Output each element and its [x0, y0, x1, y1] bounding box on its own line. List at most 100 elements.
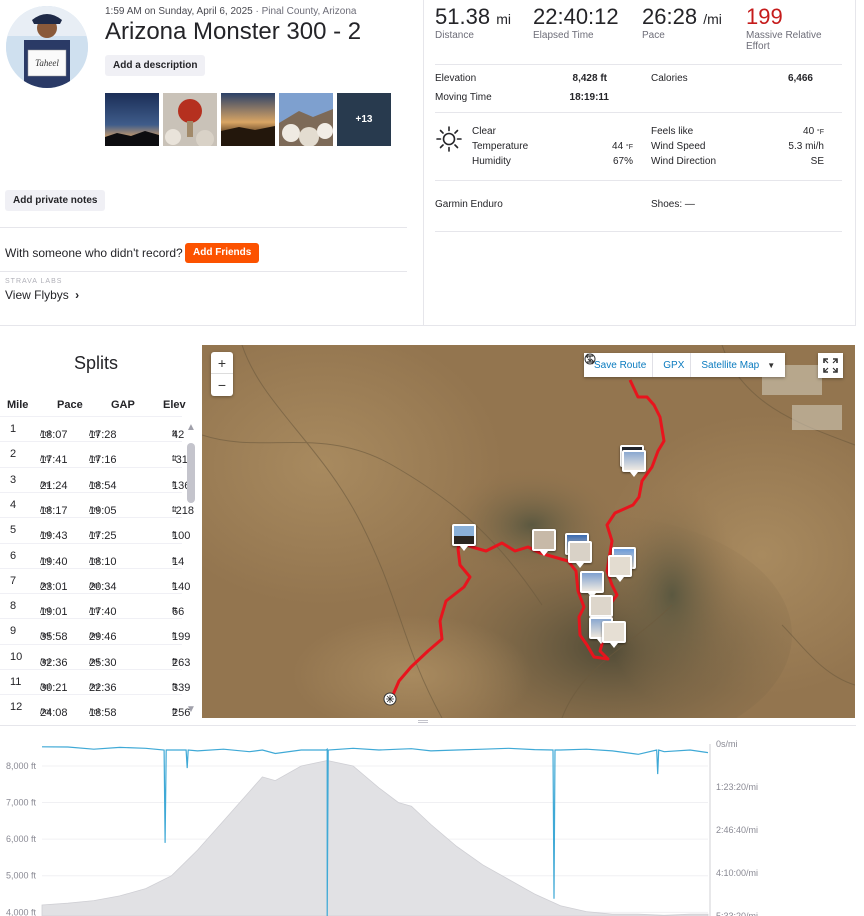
split-mile: 1 [10, 423, 17, 435]
splits-header-pace: Pace [57, 399, 83, 411]
more-photos-thumbnail[interactable]: +13 [337, 93, 391, 146]
relative-effort-label-line1: Massive Relative [746, 30, 822, 41]
view-flybys-label: View Flybys [5, 288, 69, 302]
photo-marker[interactable] [452, 524, 476, 551]
split-row[interactable]: 7 23:01 /mi 20:34 /mi 140 ft [0, 567, 190, 593]
pace-label: Pace [642, 30, 665, 41]
map-type-label: Satellite Map [701, 359, 760, 371]
pace-value: 26:28 [642, 4, 698, 29]
split-row[interactable]: 4 18:17 /mi 19:05 /mi -218 ft [0, 491, 194, 517]
photo-marker[interactable] [622, 450, 646, 477]
activity-meta: 1:59 AM on Sunday, April 6, 2025 · Pinal… [105, 6, 356, 17]
photo-marker[interactable] [568, 541, 592, 568]
y-left-tick-label: 7,000 ft [6, 798, 37, 808]
split-row[interactable]: 2 17:41 /mi 17:16 /mi -31 ft [0, 441, 188, 466]
divider [435, 64, 842, 65]
splits-header-elev: Elev [163, 399, 186, 411]
split-mile: 4 [10, 498, 17, 511]
zoom-out-button[interactable]: − [211, 374, 233, 396]
split-row[interactable]: 1 18:07 /mi 17:28 /mi 42 ft [0, 416, 184, 441]
moving-time-value: 18:19:11 [569, 92, 609, 103]
feels-like-unit: °F [816, 129, 824, 136]
split-gap-unit: /mi [89, 707, 100, 717]
split-mile: 12 [10, 701, 23, 714]
photo-marker[interactable] [602, 621, 626, 648]
split-row[interactable]: 5 19:43 /mi 17:25 /mi 100 ft [0, 517, 190, 542]
split-elev-unit: ft [172, 631, 177, 641]
split-elev-unit: ft [172, 429, 177, 438]
split-mile: 6 [10, 549, 17, 562]
feels-like-value: 40 °F [803, 126, 824, 137]
route-map[interactable]: + − Save Route GPX Satellite Map ▼ [202, 345, 855, 718]
more-photos-count: +13 [355, 114, 373, 125]
relative-effort-label-line2: Effort [746, 41, 770, 52]
divider [435, 112, 842, 113]
photo-marker[interactable] [532, 529, 556, 556]
zoom-in-button[interactable]: + [211, 352, 233, 374]
activity-title[interactable]: Arizona Monster 300 - 2 [105, 18, 361, 46]
scrollbar-thumb[interactable] [187, 443, 195, 503]
split-pace-unit: /mi [40, 530, 51, 540]
y-right-tick-label: 2:46:40/mi [716, 825, 758, 835]
split-pace-unit: /mi [40, 682, 51, 691]
add-private-notes-button[interactable]: Add private notes [5, 190, 106, 211]
photo-thumbnail[interactable] [163, 93, 217, 146]
scroll-up-icon[interactable]: ▲ [185, 423, 197, 433]
save-route-label: Save Route [594, 359, 647, 371]
avatar[interactable]: Taheel [6, 6, 88, 88]
splits-scrollbar[interactable]: ▲ ▼ [185, 423, 197, 715]
add-description-button[interactable]: Add a description [105, 55, 206, 76]
split-gap-unit: /mi [89, 555, 100, 565]
photo-thumbnail[interactable] [279, 93, 333, 146]
relative-effort-value: 199 [746, 4, 783, 29]
photo-marker[interactable] [608, 555, 632, 582]
add-friends-button[interactable]: Add Friends [185, 243, 260, 263]
divider [435, 231, 842, 232]
photo-thumbnail[interactable] [221, 93, 275, 146]
distance-label: Distance [435, 30, 474, 41]
calories-value: 6,466 [787, 73, 813, 84]
temperature-unit: °F [625, 144, 633, 151]
wind-direction-value: SE [810, 156, 824, 167]
temperature-label: Temperature [472, 141, 529, 152]
split-row[interactable]: 12 24:08 /mi 18:58 /mi 256 ft [0, 694, 190, 719]
split-gap-unit: /mi [89, 656, 100, 666]
distance-value: 51.38 [435, 4, 491, 29]
photo-marker[interactable] [589, 595, 613, 622]
split-gap-unit: /mi [89, 606, 100, 616]
split-pace-unit: /mi [40, 580, 51, 590]
split-mile: 11 [10, 676, 22, 688]
split-gap-unit: /mi [89, 429, 100, 438]
split-row[interactable]: 10 32:36 /mi 25:30 /mi 263 ft [0, 643, 190, 669]
elevation-value: 8,428 ft [572, 73, 607, 84]
elevation-pace-chart[interactable]: 8,000 ft 7,000 ft 6,000 ft 5,000 ft 4,000 ft… [0, 718, 864, 916]
split-elev-unit: ft [172, 707, 177, 717]
y-left-tick-label: 5,000 ft [6, 871, 37, 881]
shoes-info: Shoes: — [651, 199, 695, 210]
splits-panel: Splits Mile Pace GAP Elev 1 18:07 /mi 17:2… [0, 343, 202, 719]
stat-distance: 51.38 mi Distance [435, 4, 511, 41]
stat-relative-effort[interactable]: 199 Massive Relative Effort [746, 4, 822, 52]
drag-handle-icon[interactable] [418, 720, 428, 723]
view-flybys-link[interactable]: View Flybys › [5, 288, 79, 302]
divider [435, 180, 842, 181]
photo-thumbnail[interactable] [105, 93, 159, 146]
split-row[interactable]: 3 21:24 /mi 18:54 /mi 136 ft [0, 466, 190, 492]
map-type-select[interactable]: Satellite Map ▼ [690, 353, 785, 377]
humidity-value: 67% [612, 156, 633, 167]
y-right-tick-label: 0s/mi [716, 739, 738, 749]
split-row[interactable]: 6 19:40 /mi 18:10 /mi 14 ft [0, 542, 184, 568]
split-row[interactable]: 9 35:58 /mi 29:46 /mi 199 ft [0, 618, 190, 643]
split-row[interactable]: 8 19:01 /mi 17:40 /mi 66 ft [0, 593, 184, 618]
split-row[interactable]: 11 30:21 /mi 22:36 /mi 339 ft [0, 669, 190, 694]
scroll-down-icon[interactable]: ▼ [185, 705, 197, 715]
split-gap-unit: /mi [89, 580, 100, 590]
gpx-download-button[interactable]: GPX [584, 353, 690, 377]
chart-resize-bar[interactable] [0, 718, 856, 726]
photo-marker[interactable] [580, 571, 604, 598]
wind-direction-label: Wind Direction [651, 156, 717, 167]
splits-header-mile: Mile [7, 399, 29, 411]
split-pace-unit: /mi [40, 656, 51, 666]
avatar-sign-text: Taheel [35, 58, 59, 68]
fullscreen-button[interactable] [818, 353, 843, 378]
